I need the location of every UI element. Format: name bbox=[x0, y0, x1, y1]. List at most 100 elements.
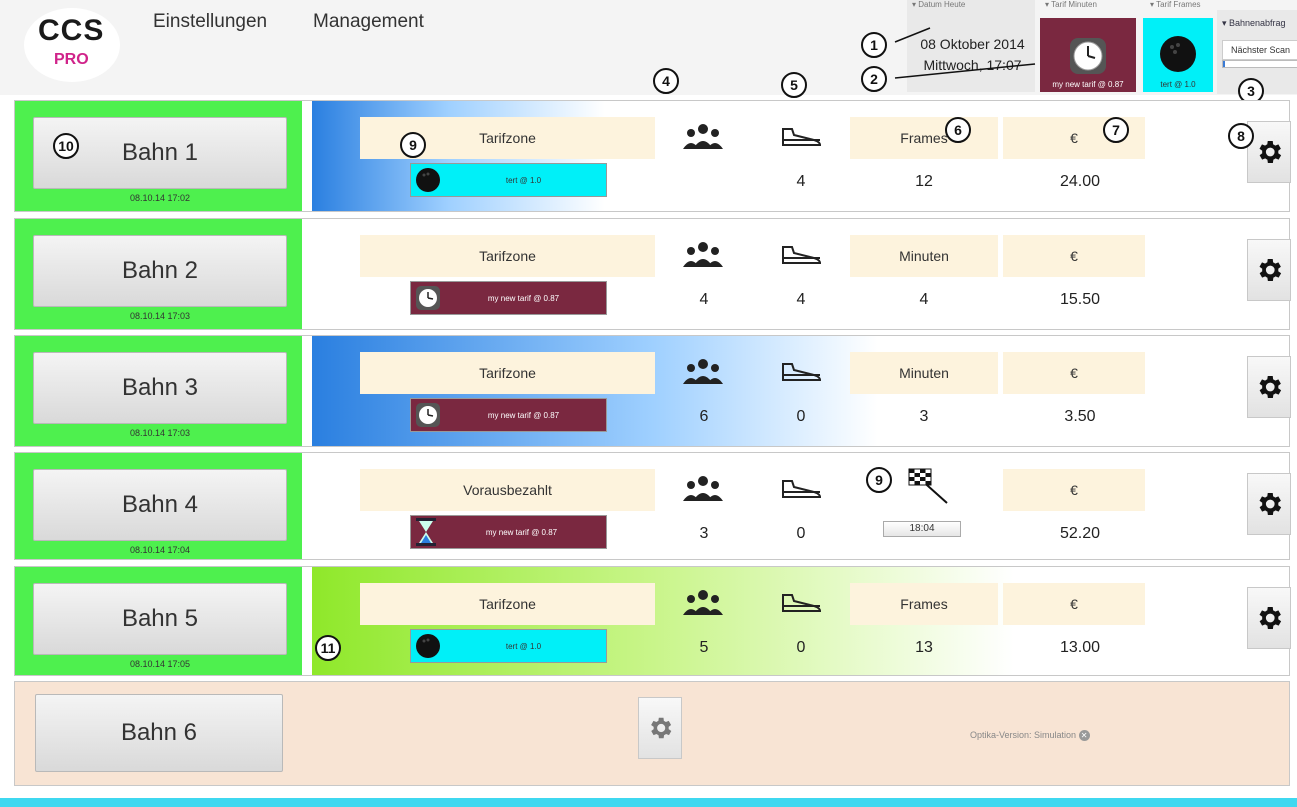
shoe-icon-wrap bbox=[780, 360, 822, 389]
gear-icon bbox=[1259, 493, 1282, 515]
lane-2-start-time: 08.10.14 17:03 bbox=[129, 311, 191, 321]
lane-3-settings-button[interactable] bbox=[1247, 356, 1291, 418]
tarif-chip-icon bbox=[415, 517, 437, 547]
lane-1-start-time: 08.10.14 17:02 bbox=[129, 193, 191, 203]
lane-2-tarif-chip[interactable]: my new tarif @ 0.87 bbox=[410, 281, 607, 315]
bowling-ball-icon bbox=[416, 168, 440, 192]
lane-row-4: Bahn 4 08.10.14 17:04 Vorausbezahlt my new … bbox=[14, 452, 1291, 560]
players-icon bbox=[683, 590, 723, 615]
tarif-frames-name: tert @ 1.0 bbox=[1160, 80, 1196, 89]
lane-5-shoes: 0 bbox=[796, 639, 806, 656]
players-icon bbox=[683, 242, 723, 267]
datum-label: ▾ Datum Heute bbox=[912, 0, 966, 9]
lane-4-zone[interactable]: Vorausbezahlt bbox=[360, 469, 655, 511]
lane-1-unit-value: 12 bbox=[915, 173, 933, 190]
scan-progress-fill bbox=[1223, 61, 1225, 67]
callout-lines bbox=[894, 27, 1036, 79]
tarif-frames-button[interactable]: tert @ 1.0 bbox=[1143, 18, 1213, 92]
lane-6-settings-button[interactable] bbox=[638, 697, 682, 759]
logo-ccs-text: CCS bbox=[38, 14, 105, 47]
lane-5-tarif-chip[interactable]: tert @ 1.0 bbox=[410, 629, 607, 663]
lane-5-settings-button[interactable] bbox=[1247, 587, 1291, 649]
lane-5-unit-label: Frames bbox=[850, 583, 998, 625]
lane-5-zone[interactable]: Tarifzone bbox=[360, 583, 655, 625]
lane-2-shoes: 4 bbox=[796, 291, 806, 308]
lane-2-unit-value: 4 bbox=[919, 291, 929, 308]
shoe-icon bbox=[782, 480, 822, 498]
shoe-icon bbox=[782, 246, 822, 264]
lane-1-tarif-chip[interactable]: tert @ 1.0 bbox=[410, 163, 607, 197]
finish-flag bbox=[903, 465, 949, 510]
clock-icon bbox=[416, 403, 440, 427]
lane-4-amount: 52.20 bbox=[1059, 525, 1101, 542]
menu-einstellungen[interactable]: Einstellungen bbox=[153, 11, 267, 33]
lane-3-shoes: 0 bbox=[796, 408, 806, 425]
lane-4-button[interactable]: Bahn 4 bbox=[33, 469, 287, 541]
lane-2-amount: 15.50 bbox=[1059, 291, 1101, 308]
lane-6-button[interactable]: Bahn 6 bbox=[35, 694, 283, 772]
callout-1: 1 bbox=[861, 32, 887, 58]
lane-5-tarif-name: tert @ 1.0 bbox=[505, 641, 542, 651]
players-icon bbox=[683, 476, 723, 501]
bahnenabfrage-label: ▾ Bahnenabfrag bbox=[1222, 18, 1286, 28]
clock-icon bbox=[1070, 38, 1106, 74]
scan-progress-bar bbox=[1222, 60, 1297, 68]
lane-3-players: 6 bbox=[699, 408, 709, 425]
lane-row-2: Bahn 2 08.10.14 17:03 Tarifzone my new tari… bbox=[14, 218, 1291, 330]
lane-2-settings-button[interactable] bbox=[1247, 239, 1291, 301]
lane-3-zone[interactable]: Tarifzone bbox=[360, 352, 655, 394]
tarif-minuten-label: ▾ Tarif Minuten bbox=[1045, 0, 1097, 9]
callout-9: 9 bbox=[400, 132, 426, 158]
lane-4-tarif-chip[interactable]: my new tarif @ 0.87 bbox=[410, 515, 607, 549]
lane-4-currency: € bbox=[1003, 469, 1145, 511]
lane-5-start-time: 08.10.14 17:05 bbox=[129, 659, 191, 669]
clock-icon bbox=[416, 286, 440, 310]
players-icon-wrap bbox=[681, 589, 725, 622]
lane-row-3: Bahn 3 08.10.14 17:03 Tarifzone my new tari… bbox=[14, 335, 1291, 447]
lane-1-tarif-name: tert @ 1.0 bbox=[505, 175, 542, 185]
menu-management[interactable]: Management bbox=[313, 11, 424, 33]
shoe-icon bbox=[782, 594, 822, 612]
lane-3-button[interactable]: Bahn 3 bbox=[33, 352, 287, 424]
callout-2: 2 bbox=[861, 66, 887, 92]
lane-1-settings-button[interactable] bbox=[1247, 121, 1291, 183]
callout-10: 10 bbox=[53, 133, 79, 159]
lane-5-amount: 13.00 bbox=[1059, 639, 1101, 656]
lane-1-unit-label: Frames bbox=[850, 117, 998, 159]
tarif-chip-icon bbox=[415, 285, 441, 311]
naechster-scan-button[interactable]: Nächster Scan bbox=[1222, 40, 1297, 60]
lane-2-zone[interactable]: Tarifzone bbox=[360, 235, 655, 277]
checkered-flag-icon bbox=[908, 468, 948, 504]
lane-2-players: 4 bbox=[699, 291, 709, 308]
lane-2-currency: € bbox=[1003, 235, 1145, 277]
lane-3-unit-label: Minuten bbox=[850, 352, 998, 394]
lane-2-button[interactable]: Bahn 2 bbox=[33, 235, 287, 307]
gear-icon bbox=[1259, 141, 1282, 163]
callout-6: 6 bbox=[945, 117, 971, 143]
players-icon bbox=[683, 124, 723, 149]
gear-icon bbox=[1259, 259, 1282, 281]
lane-4-players: 3 bbox=[699, 525, 709, 542]
tarif-chip-icon bbox=[415, 402, 441, 428]
lane-4-end-time: 18:04 bbox=[883, 521, 961, 537]
players-icon-wrap bbox=[681, 241, 725, 274]
lane-4-settings-button[interactable] bbox=[1247, 473, 1291, 535]
lane-3-tarif-chip[interactable]: my new tarif @ 0.87 bbox=[410, 398, 607, 432]
logo-pro-text: PRO bbox=[54, 51, 89, 68]
callout-9-flag: 9 bbox=[866, 467, 892, 493]
tarif-minuten-name: my new tarif @ 0.87 bbox=[1052, 80, 1124, 89]
footer-bar bbox=[0, 798, 1297, 807]
hourglass-icon bbox=[416, 518, 436, 546]
bowling-ball-icon bbox=[1160, 36, 1196, 72]
shoe-icon-wrap bbox=[780, 477, 822, 506]
shoe-icon-wrap bbox=[780, 125, 822, 154]
lane-2-tarif-name: my new tarif @ 0.87 bbox=[487, 293, 560, 303]
close-icon[interactable]: ✕ bbox=[1078, 730, 1090, 741]
callout-7: 7 bbox=[1103, 117, 1129, 143]
players-icon-wrap bbox=[681, 358, 725, 391]
optika-version-text: Optika-Version: Simulation ✕ bbox=[970, 730, 1090, 741]
players-icon-wrap bbox=[681, 123, 725, 156]
lane-1-shoes: 4 bbox=[796, 173, 806, 190]
lane-3-unit-value: 3 bbox=[919, 408, 929, 425]
lane-5-button[interactable]: Bahn 5 bbox=[33, 583, 287, 655]
